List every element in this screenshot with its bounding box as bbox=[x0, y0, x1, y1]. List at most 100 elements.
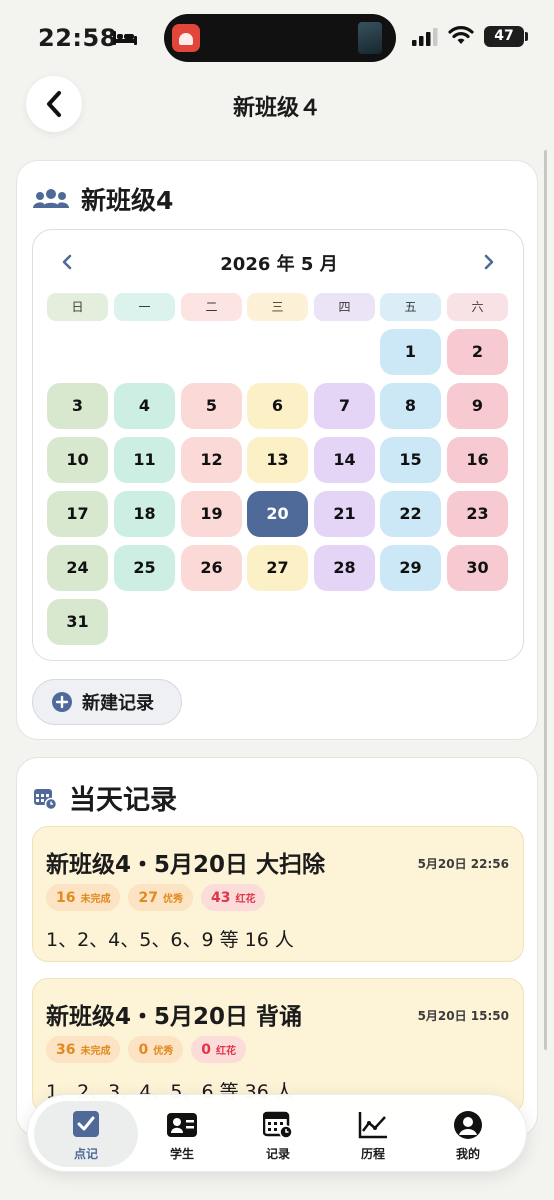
id-card-icon bbox=[167, 1113, 197, 1137]
tab-label: 我的 bbox=[455, 1147, 480, 1161]
group-icon bbox=[33, 189, 69, 208]
calendar-day[interactable]: 17 bbox=[47, 491, 108, 537]
tab-label: 点记 bbox=[73, 1147, 98, 1161]
person-circle-icon bbox=[454, 1111, 482, 1139]
calendar-day[interactable]: 21 bbox=[314, 491, 375, 537]
class-card-header: 新班级4 bbox=[33, 181, 173, 217]
calendar-day[interactable]: 9 bbox=[447, 383, 508, 429]
tab-label: 记录 bbox=[265, 1147, 290, 1161]
status-bar: 22:58 47 bbox=[0, 0, 554, 76]
badge-label: 优秀 bbox=[153, 1046, 174, 1057]
badge-label: 红花 bbox=[235, 894, 256, 905]
weekday-header: 五 bbox=[380, 293, 441, 321]
calendar-day[interactable]: 22 bbox=[380, 491, 441, 537]
media-thumbnail-icon bbox=[358, 22, 382, 54]
calendar-day[interactable]: 1 bbox=[380, 329, 441, 375]
tab-history[interactable]: 历程 bbox=[325, 1103, 421, 1165]
calendar-day[interactable]: 23 bbox=[447, 491, 508, 537]
calendar-day-selected[interactable]: 20 bbox=[247, 491, 308, 537]
app-activity-icon bbox=[172, 24, 200, 52]
records-title: 当天记录 bbox=[69, 785, 177, 816]
checkbox-icon bbox=[73, 1111, 99, 1137]
tab-students[interactable]: 学生 bbox=[134, 1103, 230, 1165]
calendar-day[interactable]: 27 bbox=[247, 545, 308, 591]
calendar-clock-icon bbox=[263, 1111, 293, 1139]
badge-label: 优秀 bbox=[162, 894, 183, 905]
record-time: 5月20日 22:56 bbox=[417, 857, 509, 871]
badge-label: 红花 bbox=[215, 1046, 236, 1057]
tab-label: 学生 bbox=[169, 1147, 194, 1161]
wifi-icon bbox=[448, 26, 474, 44]
calendar-day[interactable]: 8 bbox=[380, 383, 441, 429]
calendar-day[interactable]: 16 bbox=[447, 437, 508, 483]
calendar-day[interactable]: 28 bbox=[314, 545, 375, 591]
new-record-button[interactable]: 新建记录 bbox=[32, 679, 182, 725]
record-badges: 16 未完成 27 优秀 43 红花 bbox=[46, 884, 273, 911]
calendar-day[interactable]: 3 bbox=[47, 383, 108, 429]
weekday-header: 三 bbox=[247, 293, 308, 321]
calendar-day[interactable]: 13 bbox=[247, 437, 308, 483]
record-badges: 36 未完成 0 优秀 0 红花 bbox=[46, 1036, 254, 1063]
record-title: 新班级4・5月20日 大扫除 bbox=[46, 852, 326, 878]
calendar-day[interactable]: 7 bbox=[314, 383, 375, 429]
badge-count: 43 bbox=[210, 889, 231, 906]
weekday-header: 日 bbox=[47, 293, 108, 321]
badge-excellent: 0 优秀 bbox=[128, 1036, 184, 1063]
calendar-day[interactable]: 24 bbox=[47, 545, 108, 591]
calendar-day[interactable]: 12 bbox=[181, 437, 242, 483]
chevron-right-icon[interactable] bbox=[481, 252, 497, 272]
calendar-day[interactable]: 29 bbox=[380, 545, 441, 591]
calendar-day[interactable]: 14 bbox=[314, 437, 375, 483]
badge-red-flower: 43 红花 bbox=[200, 884, 266, 911]
bed-icon bbox=[113, 31, 137, 45]
badge-red-flower: 0 红花 bbox=[191, 1036, 246, 1063]
tab-label: 历程 bbox=[360, 1147, 385, 1161]
record-time: 5月20日 15:50 bbox=[417, 1009, 509, 1023]
badge-count: 0 bbox=[138, 1041, 149, 1058]
calendar-day[interactable]: 10 bbox=[47, 437, 108, 483]
calendar-day[interactable]: 25 bbox=[114, 545, 175, 591]
badge-count: 0 bbox=[201, 1041, 211, 1058]
calendar-day[interactable]: 5 bbox=[181, 383, 242, 429]
calendar-day[interactable]: 15 bbox=[380, 437, 441, 483]
badge-incomplete: 36 未完成 bbox=[46, 1036, 121, 1063]
new-record-label: 新建记录 bbox=[82, 693, 154, 714]
plus-circle-icon bbox=[52, 692, 72, 712]
badge-count: 27 bbox=[138, 889, 158, 906]
calendar-day[interactable]: 6 bbox=[247, 383, 308, 429]
tab-profile[interactable]: 我的 bbox=[420, 1103, 516, 1165]
records-card: 当天记录 新班级4・5月20日 大扫除 5月20日 22:56 16 未完成 2… bbox=[16, 757, 538, 1137]
calendar-day[interactable]: 2 bbox=[447, 329, 508, 375]
battery-tip bbox=[525, 32, 528, 41]
badge-label: 未完成 bbox=[80, 1046, 111, 1057]
line-chart-icon bbox=[358, 1112, 387, 1139]
record-students: 1、2、4、5、6、9 等 16 人 bbox=[46, 929, 294, 951]
tab-bar: 点记 学生 记录 历程 我的 bbox=[27, 1094, 527, 1172]
dynamic-island bbox=[164, 14, 396, 62]
status-time: 22:58 bbox=[38, 24, 117, 52]
class-card: 新班级4 2026 年 5 月 日一二三四五六 1 2 3 4 5 6 7 8 9 10 11 12 13… bbox=[16, 160, 538, 740]
calendar-day[interactable]: 19 bbox=[181, 491, 242, 537]
badge-incomplete: 16 未完成 bbox=[46, 884, 121, 911]
badge-count: 16 bbox=[56, 889, 76, 906]
class-name: 新班级4 bbox=[81, 186, 174, 215]
navigation-bar: 新班级４ bbox=[0, 76, 554, 136]
weekday-header: 一 bbox=[114, 293, 175, 321]
weekday-header: 六 bbox=[447, 293, 508, 321]
calendar-day[interactable]: 31 bbox=[47, 599, 108, 645]
badge-excellent: 27 优秀 bbox=[128, 884, 193, 911]
records-header: 当天记录 bbox=[33, 778, 177, 817]
calendar-day[interactable]: 26 bbox=[181, 545, 242, 591]
tab-checkin[interactable]: 点记 bbox=[38, 1103, 134, 1165]
calendar-day[interactable]: 30 bbox=[447, 545, 508, 591]
record-item[interactable]: 新班级4・5月20日 大扫除 5月20日 22:56 16 未完成 27 优秀 … bbox=[32, 826, 524, 962]
battery-indicator: 47 bbox=[484, 26, 524, 47]
calendar: 2026 年 5 月 日一二三四五六 1 2 3 4 5 6 7 8 9 10 11 12 13 14 15 1… bbox=[32, 229, 524, 661]
calendar-day[interactable]: 4 bbox=[114, 383, 175, 429]
record-title: 新班级4・5月20日 背诵 bbox=[46, 1004, 303, 1030]
badge-label: 未完成 bbox=[80, 894, 111, 905]
scrollbar[interactable] bbox=[544, 150, 547, 1050]
calendar-day[interactable]: 11 bbox=[114, 437, 175, 483]
tab-records[interactable]: 记录 bbox=[230, 1103, 326, 1165]
calendar-day[interactable]: 18 bbox=[114, 491, 175, 537]
